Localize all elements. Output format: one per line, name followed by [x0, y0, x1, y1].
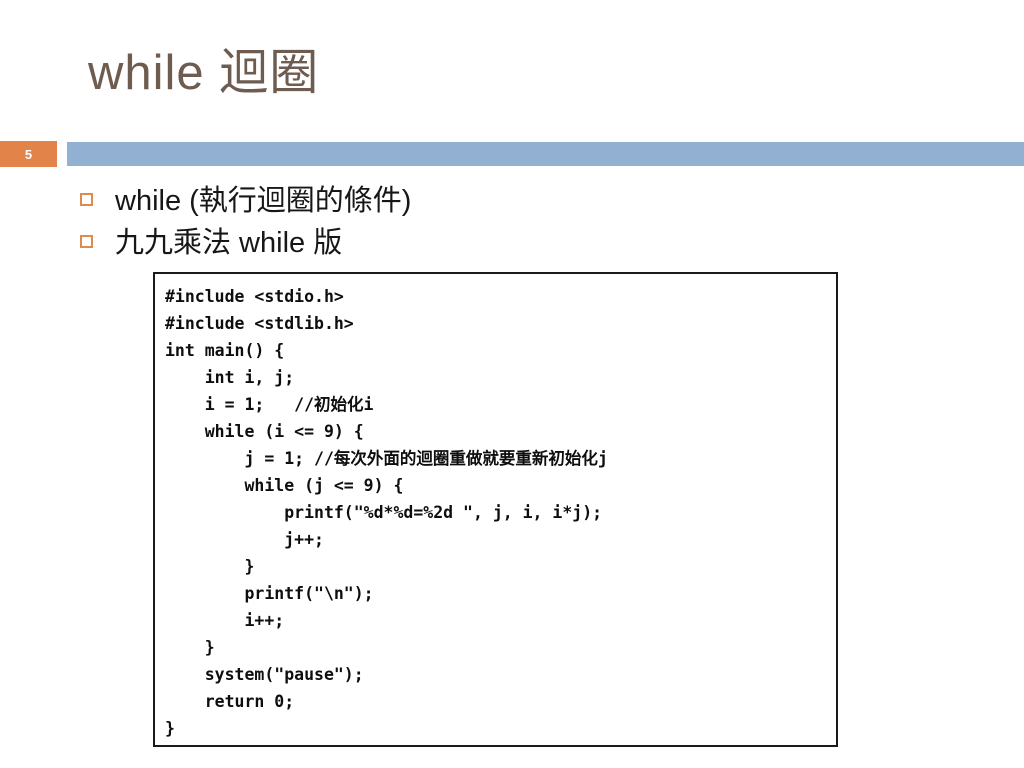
code-line: } — [165, 557, 255, 576]
code-line: i = 1; //初始化i — [165, 395, 374, 414]
page-title: while 迴圈 — [88, 46, 320, 100]
code-line: system("pause"); — [165, 665, 364, 684]
bullet-list: while (執行迴圈的條件) 九九乘法 while 版 — [80, 181, 980, 265]
code-line: #include <stdlib.h> — [165, 314, 354, 333]
code-line: #include <stdio.h> — [165, 287, 344, 306]
hollow-square-bullet-icon — [80, 235, 93, 249]
code-line: printf("\n"); — [165, 584, 374, 603]
code-line: int i, j; — [165, 368, 295, 387]
title-accent-bar — [67, 142, 1024, 166]
hollow-square-bullet-icon — [80, 193, 93, 206]
list-item-label: while (執行迴圈的條件) — [115, 185, 412, 217]
title-divider: 5 — [0, 141, 1024, 167]
code-line: j = 1; //每次外面的迴圈重做就要重新初始化j — [165, 449, 608, 468]
code-block-content: #include <stdio.h> #include <stdlib.h> i… — [155, 274, 836, 742]
code-line: j++; — [165, 530, 324, 549]
code-line: printf("%d*%d=%2d ", j, i, i*j); — [165, 503, 603, 522]
code-line: i++; — [165, 611, 285, 630]
code-line: return 0; — [165, 692, 295, 711]
list-item-label: 九九乘法 while 版 — [115, 227, 343, 260]
code-line: } — [165, 638, 215, 657]
code-block: #include <stdio.h> #include <stdlib.h> i… — [153, 272, 838, 747]
slide-number-badge: 5 — [0, 141, 57, 167]
list-item: while (執行迴圈的條件) — [80, 181, 980, 221]
code-line: while (j <= 9) { — [165, 476, 404, 495]
code-line: while (i <= 9) { — [165, 422, 364, 441]
code-line: int main() { — [165, 341, 285, 360]
list-item: 九九乘法 while 版 — [80, 223, 980, 263]
code-line: } — [165, 719, 175, 738]
